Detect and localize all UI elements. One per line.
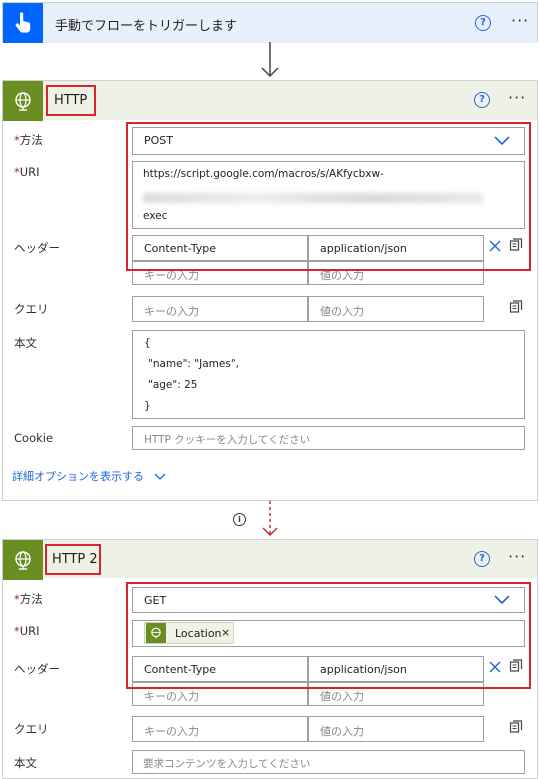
- body-input[interactable]: [132, 330, 525, 419]
- cookie-label: Cookie: [14, 431, 54, 445]
- switch-mode-icon[interactable]: [509, 720, 523, 734]
- more-icon[interactable]: ···: [511, 11, 529, 30]
- header-value-placeholder: 値の入力: [320, 690, 364, 703]
- info-icon[interactable]: i: [233, 513, 246, 526]
- uri-label: *URI: [14, 624, 40, 638]
- http2-fields-highlight: [126, 582, 531, 689]
- http-title[interactable]: HTTP: [54, 93, 87, 108]
- http2-title[interactable]: HTTP 2: [52, 552, 98, 567]
- query-key-placeholder: キーの入力: [144, 305, 199, 318]
- query-value-placeholder: 値の入力: [320, 305, 364, 318]
- cookie-placeholder: HTTP クッキーを入力してください: [144, 434, 311, 446]
- body-label: 本文: [14, 336, 37, 350]
- help-circle-icon[interactable]: ?: [474, 92, 490, 108]
- more-icon[interactable]: ···: [508, 88, 526, 107]
- switch-mode-icon[interactable]: [509, 300, 523, 314]
- globe-icon: [15, 551, 31, 570]
- globe-icon: [15, 92, 31, 111]
- method-label: *方法: [14, 133, 43, 147]
- body-line-4: }: [144, 400, 151, 412]
- body-line-1: {: [144, 337, 151, 349]
- method-label: *方法: [14, 592, 43, 606]
- trigger-title: 手動でフローをトリガーします: [55, 19, 238, 34]
- connector-arrow-run-after: [262, 501, 278, 537]
- query-label: クエリ: [14, 302, 49, 316]
- uri-label: *URI: [14, 165, 40, 179]
- more-icon[interactable]: ···: [508, 547, 526, 566]
- http2-tile: [3, 540, 43, 580]
- body-label: 本文: [14, 756, 37, 770]
- trigger-card[interactable]: 手動でフローをトリガーします ? ···: [2, 2, 538, 43]
- hand-pointer-icon: [15, 12, 31, 33]
- header-key-placeholder: キーの入力: [144, 690, 199, 703]
- query-label: クエリ: [14, 722, 49, 736]
- headers-label: ヘッダー: [14, 662, 60, 676]
- body-line-3: "age": 25: [148, 379, 198, 391]
- connector-arrow: [261, 42, 279, 78]
- chevron-down-icon: [154, 473, 165, 480]
- advanced-options-link[interactable]: 詳細オプションを表示する: [12, 468, 166, 484]
- trigger-tile: [3, 3, 43, 43]
- http-fields-highlight: [126, 122, 531, 271]
- query-key-placeholder: キーの入力: [144, 725, 199, 738]
- help-circle-icon[interactable]: ?: [474, 551, 490, 567]
- headers-label: ヘッダー: [14, 241, 60, 255]
- help-circle-icon[interactable]: ?: [475, 15, 491, 31]
- http-tile: [3, 81, 43, 121]
- query-value-placeholder: 値の入力: [320, 725, 364, 738]
- body-placeholder: 要求コンテンツを入力してください: [143, 758, 311, 770]
- body-line-2: "name": "James",: [148, 358, 239, 370]
